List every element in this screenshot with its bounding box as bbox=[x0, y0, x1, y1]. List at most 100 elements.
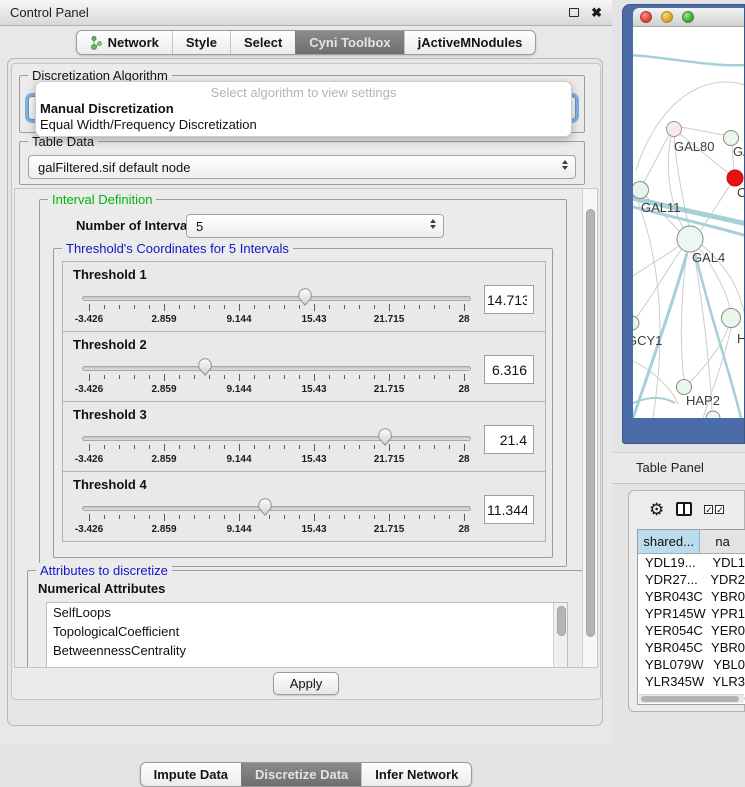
table-data-combobox[interactable]: galFiltered.sif default node bbox=[28, 155, 576, 179]
threshold-value-field[interactable] bbox=[484, 425, 534, 454]
threshold-label: Threshold 2 bbox=[73, 337, 147, 352]
number-of-intervals-combobox[interactable]: 5 bbox=[186, 214, 444, 238]
slider-tick bbox=[389, 514, 390, 521]
network-edge bbox=[636, 250, 681, 318]
select-columns-icon[interactable]: ✓ ✓ bbox=[704, 505, 724, 514]
slider-tick bbox=[434, 375, 435, 379]
slider-tick bbox=[284, 375, 285, 379]
algorithm-option-manual-discretization[interactable]: Manual Discretization bbox=[36, 101, 571, 117]
slider-tick-label: 9.144 bbox=[226, 454, 251, 465]
table-row[interactable]: YBR043CYBR0 bbox=[638, 588, 745, 605]
slider-tick-label: 28 bbox=[458, 454, 469, 465]
close-traffic-light-icon[interactable] bbox=[640, 11, 652, 23]
attribute-item-selfloops[interactable]: SelfLoops bbox=[47, 603, 567, 622]
slider-thumb[interactable] bbox=[258, 498, 272, 516]
node-attribute-table[interactable]: shared... na YDL19...YDL1YDR27...YDR2YBR… bbox=[637, 529, 745, 705]
slider-tick bbox=[374, 305, 375, 309]
close-icon[interactable]: ✖ bbox=[591, 6, 602, 19]
table-row[interactable]: YDL19...YDL1 bbox=[638, 554, 745, 571]
slider-tick bbox=[359, 375, 360, 379]
split-columns-icon[interactable] bbox=[676, 502, 692, 516]
slider-tick bbox=[119, 305, 120, 309]
slider-track[interactable] bbox=[82, 436, 471, 441]
network-node[interactable] bbox=[633, 182, 649, 199]
slider-thumb[interactable] bbox=[198, 358, 212, 376]
threshold-value-field[interactable] bbox=[484, 285, 534, 314]
slider-track[interactable] bbox=[82, 296, 471, 301]
network-node[interactable] bbox=[727, 170, 743, 186]
threshold-slider[interactable]: -3.4262.8599.14415.4321.71528 bbox=[82, 285, 471, 329]
slider-tick-label: -3.426 bbox=[75, 524, 103, 535]
threshold-slider[interactable]: -3.4262.8599.14415.4321.71528 bbox=[82, 495, 471, 539]
slider-track[interactable] bbox=[82, 506, 471, 511]
thresholds-coordinates-group: Threshold's Coordinates for 5 Intervals … bbox=[53, 248, 553, 558]
network-canvas[interactable]: GAL80GACGAL11GAL4GCY1HHAP2 bbox=[633, 27, 744, 418]
slider-tick bbox=[359, 305, 360, 309]
tab-style[interactable]: Style bbox=[172, 31, 230, 54]
minimize-traffic-light-icon[interactable] bbox=[661, 11, 673, 23]
threshold-row: -3.4262.8599.14415.4321.71528 bbox=[63, 495, 545, 539]
tab-network[interactable]: Network bbox=[77, 31, 172, 54]
tab-infer-network[interactable]: Infer Network bbox=[361, 763, 471, 786]
column-header-shared-name[interactable]: shared... bbox=[638, 530, 700, 553]
float-window-icon[interactable] bbox=[569, 8, 579, 17]
slider-tick bbox=[404, 445, 405, 449]
slider-tick bbox=[359, 515, 360, 519]
network-node[interactable] bbox=[677, 226, 703, 252]
slider-tick bbox=[254, 515, 255, 519]
table-row[interactable]: YER054CYER0 bbox=[638, 622, 745, 639]
tab-select[interactable]: Select bbox=[230, 31, 295, 54]
attributes-scrollbar-thumb[interactable] bbox=[557, 606, 566, 636]
table-row[interactable]: YLR345WYLR3 bbox=[638, 673, 745, 690]
algorithm-option-equal-width-frequency-discreti[interactable]: Equal Width/Frequency Discretization bbox=[36, 117, 571, 133]
table-horizontal-scrollbar[interactable] bbox=[639, 694, 744, 703]
slider-thumb[interactable] bbox=[298, 288, 312, 306]
threshold-slider[interactable]: -3.4262.8599.14415.4321.71528 bbox=[82, 425, 471, 469]
tab-jactivemnodules[interactable]: jActiveMNodules bbox=[404, 31, 536, 54]
number-of-intervals-label: Number of Intervals bbox=[76, 218, 198, 233]
network-edge bbox=[701, 185, 730, 230]
network-view-window[interactable]: GAL80GACGAL11GAL4GCY1HHAP2 bbox=[622, 4, 745, 444]
network-node[interactable] bbox=[667, 122, 682, 137]
slider-tick bbox=[239, 514, 240, 521]
gear-icon[interactable]: ⚙ bbox=[649, 501, 664, 518]
numerical-attributes-list[interactable]: SelfLoopsTopologicalCoefficientBetweenne… bbox=[46, 602, 568, 668]
zoom-traffic-light-icon[interactable] bbox=[682, 11, 694, 23]
thresholds-coordinates-group-title: Threshold's Coordinates for 5 Intervals bbox=[62, 241, 293, 256]
attribute-item-betweennesscentrality[interactable]: BetweennessCentrality bbox=[47, 641, 567, 660]
table-hscrollbar-thumb[interactable] bbox=[641, 696, 739, 702]
threshold-panel-1: Threshold 1-3.4262.8599.14415.4321.71528 bbox=[62, 261, 546, 332]
slider-tick bbox=[194, 375, 195, 379]
threshold-value-field[interactable] bbox=[484, 495, 534, 524]
slider-tick bbox=[89, 304, 90, 311]
slider-tick bbox=[419, 375, 420, 379]
algorithm-options: Select algorithm to view settingsManual … bbox=[36, 85, 571, 133]
threshold-row: -3.4262.8599.14415.4321.71528 bbox=[63, 355, 545, 399]
slider-tick bbox=[89, 444, 90, 451]
tab-discretize-data[interactable]: Discretize Data bbox=[241, 763, 361, 786]
slider-thumb[interactable] bbox=[378, 428, 392, 446]
table-row[interactable]: YPR145WYPR1 bbox=[638, 605, 745, 622]
threshold-row: -3.4262.8599.14415.4321.71528 bbox=[63, 285, 545, 329]
attributes-scrollbar[interactable] bbox=[553, 603, 567, 668]
table-row[interactable]: YDR27...YDR2 bbox=[638, 571, 745, 588]
slider-tick-label: 2.859 bbox=[151, 384, 176, 395]
apply-button[interactable]: Apply bbox=[273, 672, 339, 695]
threshold-slider[interactable]: -3.4262.8599.14415.4321.71528 bbox=[82, 355, 471, 399]
table-row[interactable]: YBL079WYBL0 bbox=[638, 656, 745, 673]
table-row[interactable]: YBR045CYBR0 bbox=[638, 639, 745, 656]
slider-tick bbox=[149, 375, 150, 379]
table-data-group: Table Data galFiltered.sif default node bbox=[19, 141, 585, 185]
threshold-value-field[interactable] bbox=[484, 355, 534, 384]
tab-impute-data[interactable]: Impute Data bbox=[141, 763, 241, 786]
settings-vertical-scrollbar[interactable] bbox=[582, 189, 597, 667]
network-node[interactable] bbox=[706, 411, 720, 418]
column-header-name[interactable]: na bbox=[700, 530, 745, 553]
settings-scrollbar-thumb[interactable] bbox=[586, 209, 595, 637]
attribute-item-topologicalcoefficient[interactable]: TopologicalCoefficient bbox=[47, 622, 567, 641]
slider-track[interactable] bbox=[82, 366, 471, 371]
network-node[interactable] bbox=[722, 309, 741, 328]
slider-tick bbox=[449, 305, 450, 309]
tab-cyni-toolbox[interactable]: Cyni Toolbox bbox=[295, 31, 403, 54]
network-node[interactable] bbox=[633, 316, 639, 330]
